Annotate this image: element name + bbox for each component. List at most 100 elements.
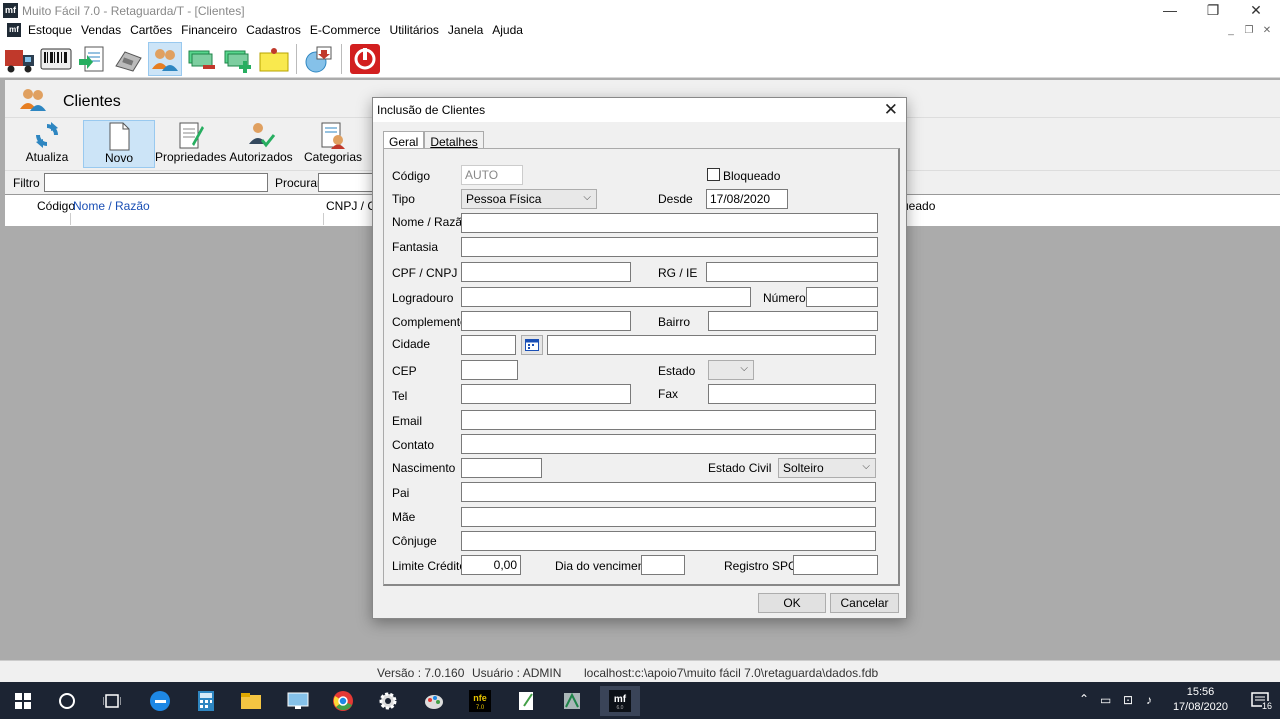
cpf-label: CPF / CNPJ (392, 266, 458, 280)
novo-button[interactable]: Novo (83, 120, 155, 168)
cidade-code-field[interactable] (461, 335, 516, 355)
nfe-icon[interactable]: nfe 7.0 (465, 686, 495, 716)
menu-financeiro[interactable]: Financeiro (181, 23, 237, 37)
settings-gear-icon[interactable] (373, 686, 403, 716)
rg-field[interactable] (706, 262, 878, 282)
categorias-button[interactable]: Categorias (301, 120, 365, 168)
notifications-icon[interactable]: 16 (1250, 691, 1272, 711)
battery-icon[interactable]: ▭ (1100, 693, 1111, 707)
bloqueado-checkbox[interactable] (707, 168, 720, 181)
spc-field[interactable] (793, 555, 878, 575)
nascimento-label: Nascimento (392, 461, 456, 475)
volume-icon[interactable]: ♪ (1146, 693, 1152, 707)
minimize-button[interactable]: — (1150, 1, 1190, 19)
customers-icon[interactable] (148, 42, 182, 76)
filter-input[interactable] (44, 173, 268, 192)
cep-field[interactable] (461, 360, 518, 380)
column-codigo[interactable]: Código (37, 199, 75, 213)
tel-field[interactable] (461, 384, 631, 404)
cidade-name-field[interactable] (547, 335, 876, 355)
update-download-icon[interactable] (301, 42, 335, 76)
sticky-note-icon[interactable] (257, 42, 291, 76)
menu-ajuda[interactable]: Ajuda (492, 23, 523, 37)
complemento-field[interactable] (461, 311, 631, 331)
truck-icon[interactable] (3, 42, 37, 76)
estado-civil-select[interactable]: Solteiro ⌵ (778, 458, 876, 478)
tipo-select[interactable]: Pessoa Física ⌵ (461, 189, 597, 209)
power-exit-icon[interactable] (348, 42, 382, 76)
mdi-logo-icon[interactable]: mf (7, 23, 21, 37)
menu-cadastros[interactable]: Cadastros (246, 23, 301, 37)
desde-field[interactable]: 17/08/2020 (706, 189, 788, 209)
mdi-restore-button[interactable]: ❐ (1242, 24, 1256, 37)
close-window-button[interactable]: ✕ (1236, 1, 1276, 19)
autorizados-button[interactable]: Autorizados (229, 120, 293, 168)
menu-vendas[interactable]: Vendas (81, 23, 121, 37)
windows-start-icon[interactable] (8, 686, 38, 716)
numero-field[interactable] (806, 287, 878, 307)
mae-field[interactable] (461, 507, 876, 527)
file-explorer-icon[interactable] (236, 686, 266, 716)
barcode-icon[interactable] (39, 42, 73, 76)
cancel-button[interactable]: Cancelar (830, 593, 899, 613)
restore-button[interactable]: ❐ (1193, 1, 1233, 19)
bairro-label: Bairro (658, 315, 691, 329)
fax-field[interactable] (708, 384, 876, 404)
clock-time: 15:56 (1186, 686, 1215, 698)
column-nome[interactable]: Nome / Razão (73, 199, 150, 213)
document-export-icon[interactable] (75, 42, 109, 76)
fantasia-field[interactable] (461, 237, 878, 257)
estado-select[interactable]: ⌵ (708, 360, 754, 380)
logradouro-field[interactable] (461, 287, 751, 307)
bairro-field[interactable] (708, 311, 878, 331)
mdi-minimize-button[interactable]: _ (1224, 24, 1238, 37)
cpf-field[interactable] (461, 262, 631, 282)
menu-utilitarios[interactable]: Utilitários (390, 23, 439, 37)
mdi-close-button[interactable]: ✕ (1260, 24, 1274, 37)
muito-facil-taskbar-icon[interactable]: mf 6.0 (600, 686, 640, 716)
cash-register-icon[interactable] (111, 42, 145, 76)
nascimento-field[interactable] (461, 458, 542, 478)
calendar-lookup-icon[interactable] (521, 335, 543, 355)
menu-janela[interactable]: Janela (448, 23, 483, 37)
money-plus-icon[interactable] (221, 42, 255, 76)
ok-button[interactable]: OK (758, 593, 826, 613)
nome-label: Nome / Razão (392, 215, 469, 229)
chrome-icon[interactable] (328, 686, 358, 716)
toolbar-separator (341, 44, 342, 74)
menu-ecommerce[interactable]: E-Commerce (310, 23, 381, 37)
menu-cartoes[interactable]: Cartões (130, 23, 172, 37)
task-view-icon[interactable] (97, 686, 127, 716)
edge-icon[interactable] (145, 686, 175, 716)
email-field[interactable] (461, 410, 876, 430)
chevron-down-icon: ⌵ (583, 192, 591, 203)
conjuge-field[interactable] (461, 531, 876, 551)
atualiza-button[interactable]: Atualiza (21, 120, 73, 168)
chevron-up-icon[interactable]: ⌃ (1079, 692, 1089, 706)
page-title: Clientes (63, 93, 121, 110)
network-app-icon[interactable] (557, 686, 587, 716)
column-bloqueado[interactable]: ueado (902, 199, 935, 213)
limite-field[interactable]: 0,00 (461, 555, 521, 575)
paint-palette-icon[interactable] (419, 686, 449, 716)
propriedades-button[interactable]: Propriedades (155, 120, 226, 168)
close-icon[interactable]: ✕ (884, 100, 898, 120)
desktop-app-icon[interactable] (283, 686, 313, 716)
money-minus-icon[interactable] (185, 42, 219, 76)
nome-field[interactable] (461, 213, 878, 233)
notepad-icon[interactable] (511, 686, 541, 716)
calculator-icon[interactable] (191, 686, 221, 716)
column-divider (323, 213, 324, 225)
codigo-field[interactable]: AUTO (461, 165, 523, 185)
menu-estoque[interactable]: Estoque (28, 23, 72, 37)
toolbar-separator (296, 44, 297, 74)
network-icon[interactable]: ⊡ (1123, 693, 1133, 707)
vencimento-field[interactable] (641, 555, 685, 575)
system-clock[interactable]: 15:56 17/08/2020 (1173, 685, 1228, 715)
search-input[interactable] (318, 173, 378, 192)
search-label: Procurar (275, 176, 322, 190)
search-icon[interactable] (52, 686, 82, 716)
contato-field[interactable] (461, 434, 876, 454)
pai-field[interactable] (461, 482, 876, 502)
clock-date: 17/08/2020 (1172, 701, 1228, 713)
